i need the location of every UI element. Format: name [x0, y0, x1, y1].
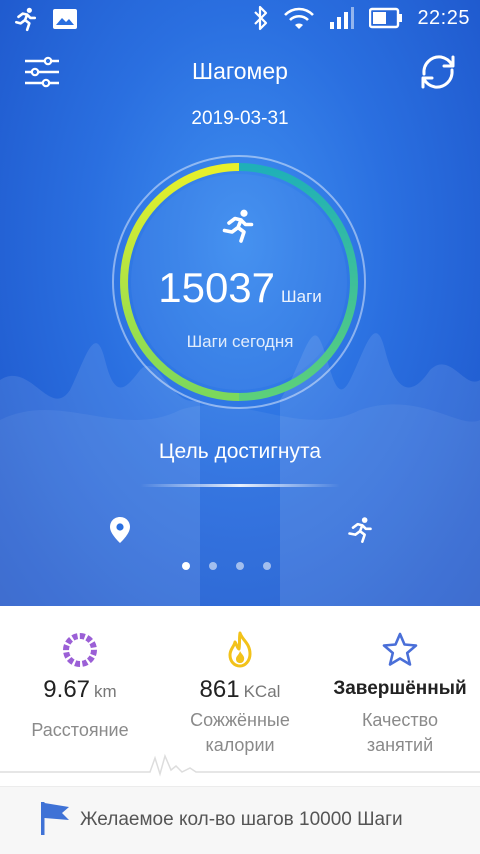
running-app-icon	[15, 7, 37, 32]
status-bar: 22:25	[0, 0, 480, 40]
wifi-icon	[284, 7, 315, 29]
battery-icon	[369, 7, 403, 29]
running-person-icon	[222, 209, 254, 243]
signal-icon	[330, 7, 355, 29]
walking-mode-icon[interactable]	[346, 516, 374, 544]
goal-divider	[140, 484, 340, 487]
page-indicator	[182, 562, 271, 570]
distance-ring-icon	[63, 633, 97, 667]
bluetooth-icon	[254, 5, 268, 31]
page-dot-1[interactable]	[182, 562, 190, 570]
status-time: 22:25	[417, 6, 470, 29]
location-pin-icon[interactable]	[108, 516, 132, 544]
steps-subtitle: Шаги сегодня	[186, 332, 294, 351]
page-dot-2[interactable]	[209, 562, 217, 570]
flame-icon	[228, 631, 252, 668]
steps-unit: Шаги	[281, 287, 322, 306]
step-goal-text: Желаемое кол-во шагов 10000 Шаги	[80, 809, 403, 830]
date-label: 2019-03-31	[191, 108, 289, 129]
gallery-icon	[53, 9, 77, 29]
distance-value: 9.67 km	[43, 676, 117, 703]
app-header: Шагомер	[0, 48, 480, 96]
step-goal-bar[interactable]: Желаемое кол-во шагов 10000 Шаги	[0, 786, 480, 854]
sync-icon	[421, 55, 455, 89]
steps-count: 15037 Шаги	[0, 264, 480, 312]
calories-value: 861 KCal	[199, 676, 281, 703]
page-title: Шагомер	[192, 58, 288, 84]
pedometer-hero: 22:25 Шагомер 2019-03-31 15037 Шаги Шаги…	[0, 0, 480, 606]
sync-button[interactable]	[414, 50, 462, 94]
goal-status: Цель достигнута	[158, 440, 322, 463]
pulse-divider	[0, 753, 480, 777]
flag-icon	[41, 802, 69, 835]
distance-label: Расстояние	[31, 720, 129, 740]
page-dot-3[interactable]	[236, 562, 244, 570]
page-dot-4[interactable]	[263, 562, 271, 570]
quality-value: Завершённый	[333, 678, 467, 699]
steps-value: 15037	[158, 264, 276, 311]
star-icon	[382, 632, 418, 666]
